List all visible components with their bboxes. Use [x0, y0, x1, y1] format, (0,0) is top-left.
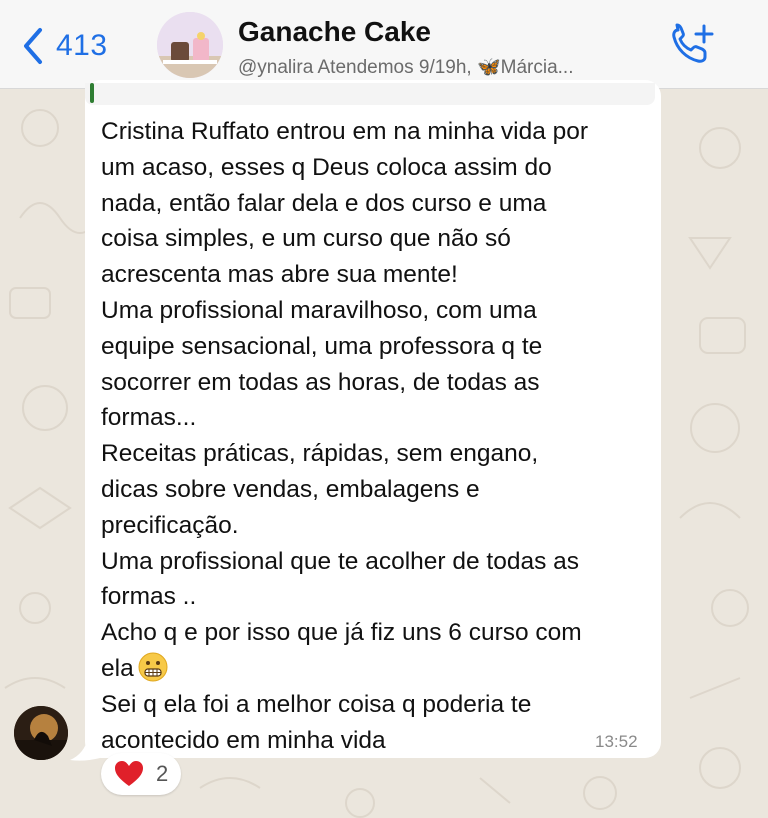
message-line: Sei q ela foi a melhor coisa q poderia t…	[101, 690, 532, 718]
reply-bar	[90, 83, 94, 103]
message-line: ela	[101, 654, 134, 682]
sender-avatar[interactable]	[14, 706, 68, 760]
message-line-with-emoji: ela	[101, 651, 649, 687]
message-line: acontecido em minha vida	[101, 726, 386, 754]
message-time: 13:52	[595, 732, 638, 751]
cake-photo	[157, 12, 223, 78]
unread-count: 413	[56, 29, 108, 62]
message-line: Receitas práticas, rápidas, sem engano,	[101, 440, 539, 468]
message-line: precificação.	[101, 511, 239, 539]
message-line: dicas sobre vendas, embalagens e	[101, 475, 480, 503]
reaction-pill[interactable]: 2	[101, 753, 181, 795]
message-line: Acho q e por isso que já fiz uns 6 curso…	[101, 619, 582, 647]
reaction-count: 2	[156, 761, 169, 786]
back-button[interactable]: 413	[20, 24, 108, 68]
message-line: equipe sensacional, uma professora q te	[101, 332, 543, 360]
message-line: Uma profissional maravilhoso, com uma	[101, 296, 537, 324]
chat-title[interactable]: Ganache Cake	[238, 16, 431, 48]
message-line: socorrer em todas as horas, de todas as	[101, 368, 540, 396]
message-line: formas...	[101, 404, 197, 432]
message-line: formas ..	[101, 583, 197, 611]
heart-icon	[115, 761, 143, 786]
chat-header: 413 Ganache Cake @ynalira Atendemos 9/19…	[0, 0, 768, 89]
phone-plus-icon	[672, 23, 714, 63]
message-line: Uma profissional que te acolher de todas…	[101, 547, 580, 575]
message-line: acrescenta mas abre sua mente!	[101, 261, 458, 289]
message-line: Cristina Ruffato entrou em na minha vida…	[101, 118, 589, 145]
add-call-button[interactable]	[668, 22, 718, 68]
chevron-left-icon	[24, 28, 42, 64]
sender-photo	[14, 706, 68, 760]
message-text: Cristina Ruffato entrou em na minha vida…	[101, 114, 649, 758]
group-avatar[interactable]	[157, 12, 223, 78]
grimacing-emoji-icon	[138, 652, 168, 682]
chat-subtitle[interactable]: @ynalira Atendemos 9/19h, 🦋Márcia...	[238, 55, 658, 79]
message-line: um acaso, esses q Deus coloca assim do	[101, 153, 552, 181]
message-line: coisa simples, e um curso que não só	[101, 225, 511, 253]
quoted-reply-edge[interactable]	[85, 83, 655, 105]
message-line: nada, então falar dela e dos curso e uma	[101, 189, 547, 217]
